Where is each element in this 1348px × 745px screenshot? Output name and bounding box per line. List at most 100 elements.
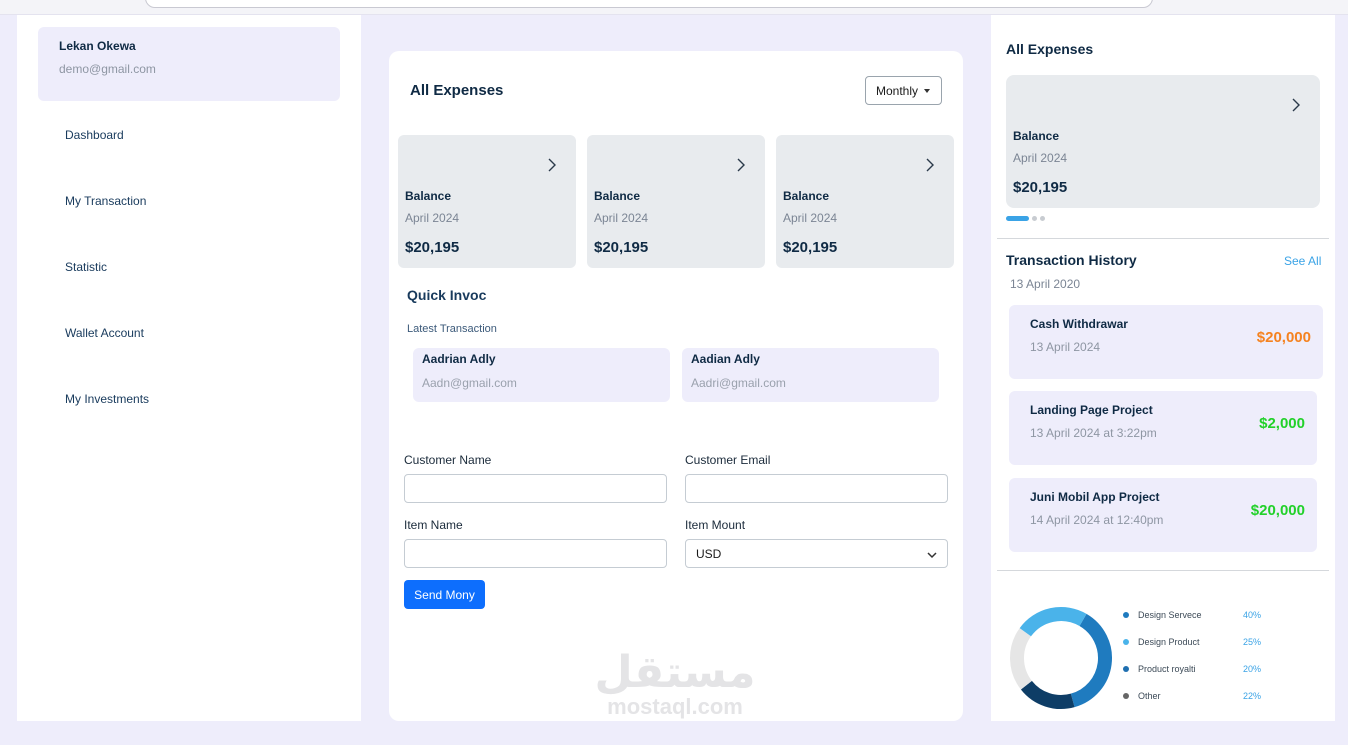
carousel-dot-active[interactable] bbox=[1006, 216, 1029, 221]
transaction-history-date: 13 April 2020 bbox=[1010, 277, 1081, 291]
contact-email: Aadri@gmail.com bbox=[691, 376, 786, 390]
currency-select[interactable]: USD bbox=[685, 539, 948, 568]
customer-email-label: Customer Email bbox=[685, 453, 771, 467]
donut-slice-design-product bbox=[1019, 607, 1087, 637]
balance-amount: $20,195 bbox=[783, 239, 838, 256]
balance-label: Balance bbox=[405, 189, 452, 203]
user-profile[interactable]: Lekan Okewa demo@gmail.com bbox=[38, 27, 340, 101]
carousel-dot[interactable] bbox=[1032, 216, 1037, 221]
right-panel: All Expenses Balance April 2024 $20,195 … bbox=[991, 15, 1335, 721]
balance-amount: $20,195 bbox=[594, 239, 649, 256]
user-name: Lekan Okewa bbox=[59, 39, 136, 53]
transaction-amount: $20,000 bbox=[1256, 329, 1311, 346]
sidebar-item-wallet-account[interactable]: Wallet Account bbox=[65, 326, 144, 340]
balance-card[interactable]: Balance April 2024 $20,195 bbox=[398, 135, 576, 268]
sidebar-item-statistic[interactable]: Statistic bbox=[65, 260, 107, 274]
period-dropdown[interactable]: Monthly bbox=[865, 76, 942, 105]
donut-slice-product-royalti bbox=[1020, 680, 1075, 709]
balance-date: April 2024 bbox=[1013, 151, 1068, 165]
chevron-down-icon bbox=[927, 552, 937, 559]
legend-dot bbox=[1123, 666, 1129, 672]
item-name-input[interactable] bbox=[404, 539, 667, 568]
right-panel-title: All Expenses bbox=[1006, 41, 1094, 57]
transaction-date: 13 April 2024 bbox=[1030, 340, 1101, 354]
legend-percent: 22% bbox=[1243, 691, 1262, 701]
donut-slice-other bbox=[1010, 628, 1033, 690]
legend-item: Product royalti bbox=[1123, 664, 1196, 674]
customer-email-input[interactable] bbox=[685, 474, 948, 503]
expense-donut-chart bbox=[1010, 607, 1112, 709]
send-money-button[interactable]: Send Mony bbox=[404, 580, 485, 609]
item-amount-label: Item Mount bbox=[685, 518, 746, 532]
balance-date: April 2024 bbox=[405, 211, 460, 225]
transaction-title: Juni Mobil App Project bbox=[1030, 490, 1160, 504]
contact-email: Aadn@gmail.com bbox=[422, 376, 517, 390]
chevron-right-icon bbox=[926, 158, 934, 172]
browser-bar bbox=[0, 0, 1348, 15]
balance-card[interactable]: Balance April 2024 $20,195 bbox=[587, 135, 765, 268]
balance-date: April 2024 bbox=[783, 211, 838, 225]
transaction-date: 13 April 2024 at 3:22pm bbox=[1030, 426, 1157, 440]
contact-name: Aadian Adly bbox=[691, 352, 760, 366]
main-card: All Expenses Monthly Balance April 2024 … bbox=[389, 51, 963, 721]
contact-card[interactable]: Aadrian Adly Aadn@gmail.com bbox=[413, 348, 670, 402]
legend-label: Product royalti bbox=[1138, 664, 1196, 674]
sidebar-item-my-transaction[interactable]: My Transaction bbox=[65, 194, 146, 208]
chevron-right-icon bbox=[737, 158, 745, 172]
legend-item: Design Servece bbox=[1123, 610, 1202, 620]
chevron-right-icon bbox=[1292, 98, 1300, 112]
balance-amount: $20,195 bbox=[1013, 179, 1068, 196]
legend-percent: 20% bbox=[1243, 664, 1262, 674]
watermark-logo: مستقل mostaql.com bbox=[590, 650, 760, 730]
legend-dot bbox=[1123, 612, 1129, 618]
page-title: All Expenses bbox=[410, 82, 504, 99]
legend-label: Design Servece bbox=[1138, 610, 1202, 620]
watermark-text: mostaql.com bbox=[607, 694, 743, 719]
legend-percent: 25% bbox=[1243, 637, 1262, 647]
sidebar-item-my-investments[interactable]: My Investments bbox=[65, 392, 149, 406]
sidebar: Lekan Okewa demo@gmail.com Dashboard My … bbox=[17, 15, 361, 721]
customer-name-label: Customer Name bbox=[404, 453, 492, 467]
legend-dot bbox=[1123, 639, 1129, 645]
carousel-dot[interactable] bbox=[1040, 216, 1045, 221]
transaction-title: Cash Withdrawar bbox=[1030, 317, 1128, 331]
divider bbox=[997, 238, 1329, 239]
balance-label: Balance bbox=[783, 189, 830, 203]
donut-slice-design-servece bbox=[1070, 613, 1112, 708]
balance-card[interactable]: Balance April 2024 $20,195 bbox=[1006, 75, 1320, 208]
divider bbox=[997, 570, 1329, 571]
transaction-item[interactable]: Landing Page Project 13 April 2024 at 3:… bbox=[1009, 391, 1317, 465]
transaction-item[interactable]: Cash Withdrawar 13 April 2024 $20,000 bbox=[1009, 305, 1323, 379]
legend-percent: 40% bbox=[1243, 610, 1262, 620]
address-bar[interactable] bbox=[145, 0, 1153, 8]
item-name-label: Item Name bbox=[404, 518, 463, 532]
transaction-amount: $2,000 bbox=[1259, 415, 1305, 432]
caret-down-icon bbox=[924, 88, 931, 93]
legend-label: Design Product bbox=[1138, 637, 1200, 647]
watermark-mark: مستقل bbox=[594, 648, 758, 697]
transaction-item[interactable]: Juni Mobil App Project 14 April 2024 at … bbox=[1009, 478, 1317, 552]
see-all-link[interactable]: See All bbox=[1284, 254, 1321, 268]
period-dropdown-value: Monthly bbox=[876, 83, 919, 98]
quick-invoice-title: Quick Invoc bbox=[407, 287, 487, 303]
balance-label: Balance bbox=[1013, 129, 1060, 143]
chevron-right-icon bbox=[548, 158, 556, 172]
transaction-amount: $20,000 bbox=[1250, 502, 1305, 519]
legend-item: Other bbox=[1123, 691, 1161, 701]
transaction-history-title: Transaction History bbox=[1006, 252, 1137, 268]
transaction-date: 14 April 2024 at 12:40pm bbox=[1030, 513, 1164, 527]
legend-item: Design Product bbox=[1123, 637, 1200, 647]
transaction-title: Landing Page Project bbox=[1030, 403, 1153, 417]
contact-card[interactable]: Aadian Adly Aadri@gmail.com bbox=[682, 348, 939, 402]
balance-amount: $20,195 bbox=[405, 239, 460, 256]
contact-name: Aadrian Adly bbox=[422, 352, 496, 366]
carousel-indicators[interactable] bbox=[1006, 216, 1045, 221]
latest-transaction-label: Latest Transaction bbox=[407, 323, 497, 335]
user-email: demo@gmail.com bbox=[59, 62, 156, 76]
balance-label: Balance bbox=[594, 189, 641, 203]
balance-card[interactable]: Balance April 2024 $20,195 bbox=[776, 135, 954, 268]
sidebar-item-dashboard[interactable]: Dashboard bbox=[65, 128, 124, 142]
legend-dot bbox=[1123, 693, 1129, 699]
customer-name-input[interactable] bbox=[404, 474, 667, 503]
legend-label: Other bbox=[1138, 691, 1161, 701]
